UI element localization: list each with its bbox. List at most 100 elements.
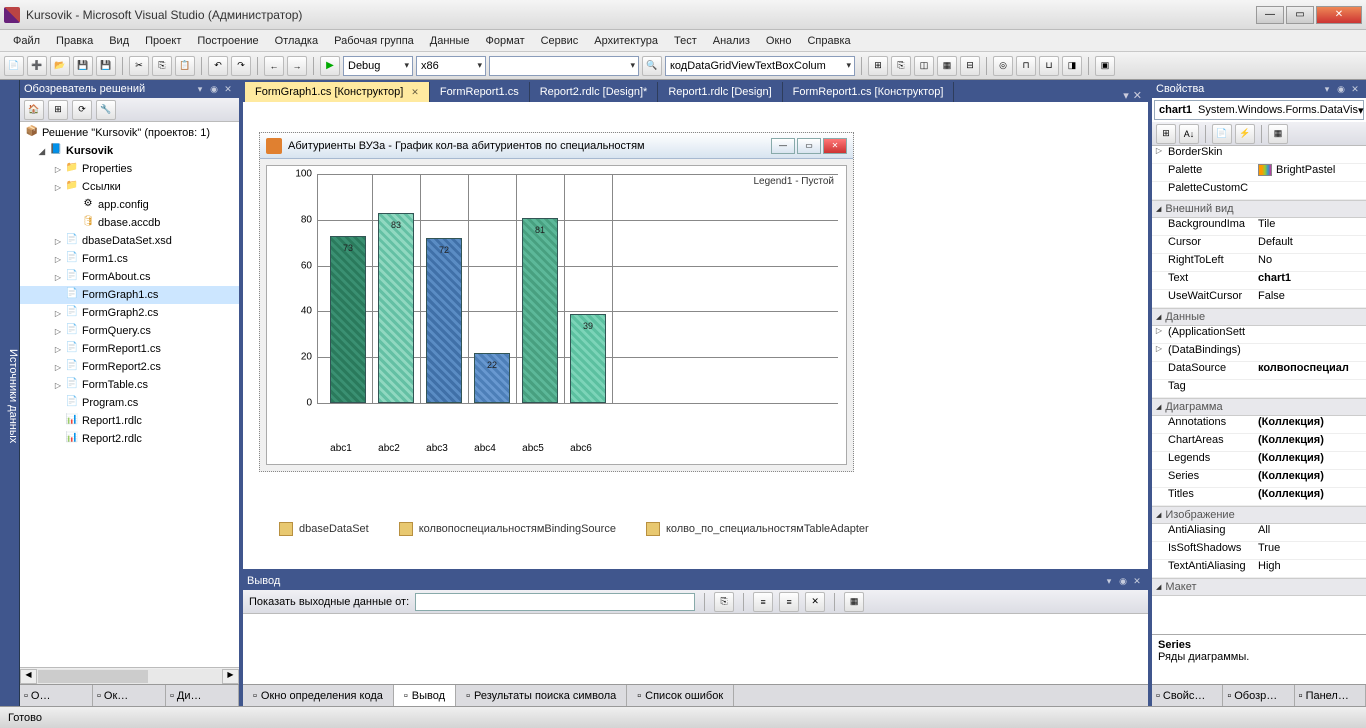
bc-tab[interactable]: ▫Вывод (394, 685, 456, 706)
data-sources-tab[interactable]: Источники данных (0, 80, 20, 706)
maximize-button[interactable]: ▭ (1286, 6, 1314, 24)
prop-Series[interactable]: Series(Коллекция) (1152, 470, 1366, 488)
property-grid[interactable]: ▷BorderSkinPaletteBrightPastelPaletteCus… (1152, 146, 1366, 634)
menu-Архитектура[interactable]: Архитектура (587, 33, 665, 49)
bl-tab-2[interactable]: ▫Ди… (166, 685, 239, 706)
menu-Построение[interactable]: Построение (190, 33, 265, 49)
doc-tab[interactable]: FormReport1.cs [Конструктор] (783, 82, 955, 102)
tree-item-FormReport2.cs[interactable]: ▷📄FormReport2.cs (20, 358, 239, 376)
prop-PaletteCustomC[interactable]: PaletteCustomC (1152, 182, 1366, 200)
pages-icon[interactable]: ▦ (1268, 124, 1288, 144)
open-file-icon[interactable]: 📂 (50, 56, 70, 76)
props-icon[interactable]: 📄 (1212, 124, 1232, 144)
tool-icon-7[interactable]: ⊓ (1016, 56, 1036, 76)
tool-icon-10[interactable]: ▣ (1095, 56, 1115, 76)
br-tab-0[interactable]: ▫Свойс… (1152, 685, 1223, 706)
prop-BackgroundIma[interactable]: BackgroundImaTile (1152, 218, 1366, 236)
tree-item-FormGraph1.cs[interactable]: 📄FormGraph1.cs (20, 286, 239, 304)
tool-icon-4[interactable]: ▦ (937, 56, 957, 76)
nav-fwd-icon[interactable]: → (287, 56, 307, 76)
menu-Вид[interactable]: Вид (102, 33, 136, 49)
find-icon[interactable]: 🔍 (642, 56, 662, 76)
nav-back-icon[interactable]: ← (264, 56, 284, 76)
component[interactable]: колвопоспециальностямBindingSource (399, 522, 616, 536)
new-project-icon[interactable]: 📄 (4, 56, 24, 76)
tree-item-FormQuery.cs[interactable]: ▷📄FormQuery.cs (20, 322, 239, 340)
prop-category[interactable]: Внешний вид (1152, 200, 1366, 218)
prop-TextAntiAliasing[interactable]: TextAntiAliasingHigh (1152, 560, 1366, 578)
prop-category[interactable]: Макет (1152, 578, 1366, 596)
menu-Данные[interactable]: Данные (423, 33, 477, 49)
prop-AntiAliasing[interactable]: AntiAliasingAll (1152, 524, 1366, 542)
hscrollbar[interactable]: ◀▶ (20, 667, 239, 684)
menu-Сервис[interactable]: Сервис (534, 33, 586, 49)
out-icon-4[interactable]: ✕ (805, 592, 825, 612)
alpha-icon[interactable]: A↓ (1179, 124, 1199, 144)
minimize-button[interactable]: — (1256, 6, 1284, 24)
solution-root[interactable]: 📦Решение "Kursovik" (проектов: 1) (20, 124, 239, 142)
prop-BorderSkin[interactable]: ▷BorderSkin (1152, 146, 1366, 164)
save-icon[interactable]: 💾 (73, 56, 93, 76)
project-node[interactable]: ◢📘Kursovik (20, 142, 239, 160)
show-all-icon[interactable]: ⊞ (48, 100, 68, 120)
output-source-combo[interactable] (415, 593, 695, 611)
dropdown-icon[interactable]: ▾ (1102, 576, 1116, 587)
undo-icon[interactable]: ↶ (208, 56, 228, 76)
dropdown-icon[interactable]: ▾ (1320, 84, 1334, 95)
prop-category[interactable]: Данные (1152, 308, 1366, 326)
tree-item-dbaseDataSet.xsd[interactable]: ▷📄dbaseDataSet.xsd (20, 232, 239, 250)
prop-Cursor[interactable]: CursorDefault (1152, 236, 1366, 254)
menu-Справка[interactable]: Справка (800, 33, 857, 49)
events-icon[interactable]: ⚡ (1235, 124, 1255, 144)
tree-item-Ссылки[interactable]: ▷📁Ссылки (20, 178, 239, 196)
br-tab-1[interactable]: ▫Обозр… (1223, 685, 1294, 706)
menu-Окно[interactable]: Окно (759, 33, 799, 49)
prop-IsSoftShadows[interactable]: IsSoftShadowsTrue (1152, 542, 1366, 560)
component[interactable]: dbaseDataSet (279, 522, 369, 536)
tree-item-Report2.rdlc[interactable]: 📊Report2.rdlc (20, 430, 239, 448)
prop-Annotations[interactable]: Annotations(Коллекция) (1152, 416, 1366, 434)
tool-icon-1[interactable]: ⊞ (868, 56, 888, 76)
add-item-icon[interactable]: ➕ (27, 56, 47, 76)
tree-item-Report1.rdlc[interactable]: 📊Report1.rdlc (20, 412, 239, 430)
tree-item-Program.cs[interactable]: 📄Program.cs (20, 394, 239, 412)
out-icon-3[interactable]: ≡ (779, 592, 799, 612)
start-debug-button[interactable]: ▶ (320, 56, 340, 76)
menu-Отладка[interactable]: Отладка (268, 33, 325, 49)
tool-icon-5[interactable]: ⊟ (960, 56, 980, 76)
prop-RightToLeft[interactable]: RightToLeftNo (1152, 254, 1366, 272)
close-panel-icon[interactable]: ✕ (1130, 576, 1144, 587)
home-icon[interactable]: 🏠 (24, 100, 44, 120)
menu-Правка[interactable]: Правка (49, 33, 100, 49)
doc-tab[interactable]: Report1.rdlc [Design] (658, 82, 782, 102)
save-all-icon[interactable]: 💾 (96, 56, 116, 76)
bc-tab[interactable]: ▫Список ошибок (627, 685, 734, 706)
search-combo[interactable]: кодDataGridViewTextBoxColum (665, 56, 855, 76)
tree-item-dbase.accdb[interactable]: 🛢dbase.accdb (20, 214, 239, 232)
paste-icon[interactable]: 📋 (175, 56, 195, 76)
prop-Palette[interactable]: PaletteBrightPastel (1152, 164, 1366, 182)
prop-Legends[interactable]: Legends(Коллекция) (1152, 452, 1366, 470)
doc-tab[interactable]: Report2.rdlc [Design]* (530, 82, 659, 102)
close-button[interactable]: ✕ (1316, 6, 1362, 24)
tab-dropdown-icon[interactable]: ▾ (1123, 89, 1129, 102)
menu-Анализ[interactable]: Анализ (706, 33, 757, 49)
prop-Titles[interactable]: Titles(Коллекция) (1152, 488, 1366, 506)
menu-Тест[interactable]: Тест (667, 33, 704, 49)
menu-Формат[interactable]: Формат (479, 33, 532, 49)
prop-(ApplicationSett[interactable]: ▷(ApplicationSett (1152, 326, 1366, 344)
tree-item-Properties[interactable]: ▷📁Properties (20, 160, 239, 178)
prop-category[interactable]: Изображение (1152, 506, 1366, 524)
prop-(DataBindings)[interactable]: ▷(DataBindings) (1152, 344, 1366, 362)
menu-Проект[interactable]: Проект (138, 33, 188, 49)
refresh-icon[interactable]: ⟳ (72, 100, 92, 120)
tool-icon-6[interactable]: ◎ (993, 56, 1013, 76)
out-icon-5[interactable]: ▦ (844, 592, 864, 612)
out-icon-1[interactable]: ⎘ (714, 592, 734, 612)
tree-item-FormAbout.cs[interactable]: ▷📄FormAbout.cs (20, 268, 239, 286)
close-panel-icon[interactable]: ✕ (1348, 84, 1362, 95)
tool-icon-2[interactable]: ⎘ (891, 56, 911, 76)
tool-icon-3[interactable]: ◫ (914, 56, 934, 76)
empty-combo[interactable] (489, 56, 639, 76)
config-combo[interactable]: Debug (343, 56, 413, 76)
